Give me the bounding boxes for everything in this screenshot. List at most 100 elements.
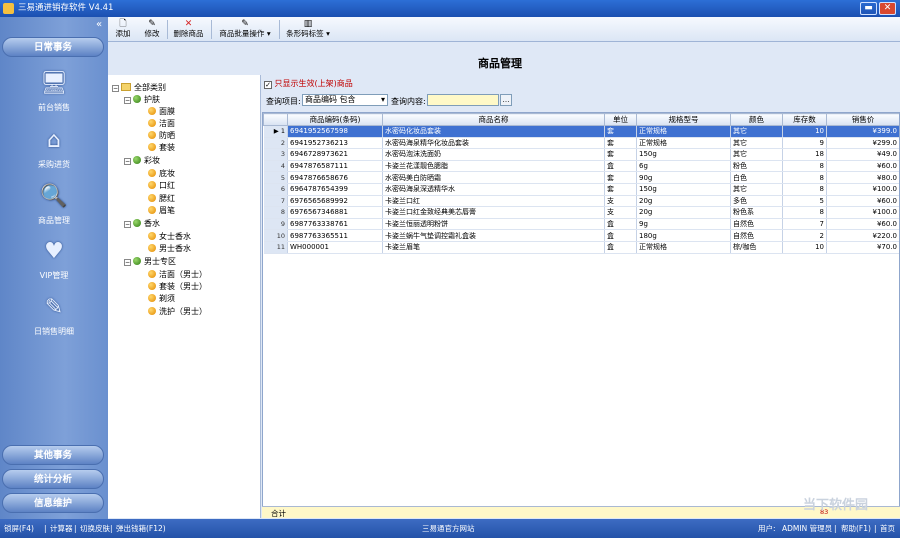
lock-screen-link[interactable]: 锁屏(F4) bbox=[4, 519, 34, 538]
table-cell[interactable]: ¥299.0 bbox=[826, 137, 899, 150]
table-cell[interactable]: 150g bbox=[636, 148, 731, 161]
nav-item-daily-sales-detail[interactable]: ✎ 日销售明细 bbox=[0, 294, 108, 346]
tree-node-leaf[interactable]: 眉笔 bbox=[148, 205, 175, 216]
column-header[interactable]: 颜色 bbox=[730, 113, 783, 126]
table-cell[interactable]: 正常规格 bbox=[636, 137, 731, 150]
table-cell[interactable]: 8 bbox=[782, 171, 827, 184]
row-number[interactable]: 5 bbox=[263, 171, 288, 184]
nav-section-other[interactable]: 其他事务 bbox=[2, 445, 104, 465]
table-cell[interactable]: 套 bbox=[604, 137, 637, 150]
table-cell[interactable]: 8 bbox=[782, 183, 827, 196]
tree-node-leaf[interactable]: 套装 bbox=[148, 142, 175, 153]
table-row[interactable]: 6 6964787654399 水密码海泉深透精华水套 150g 其它 8 ¥100.0 bbox=[263, 183, 899, 196]
table-cell[interactable]: 盒 bbox=[604, 160, 637, 173]
table-cell[interactable]: 卡姿兰恒丽透明粉饼 bbox=[382, 218, 605, 231]
table-cell[interactable]: 8 bbox=[782, 160, 827, 173]
table-cell[interactable]: 其它 bbox=[730, 148, 783, 161]
tree-node-leaf[interactable]: 洁面（男士） bbox=[148, 269, 207, 280]
column-header[interactable]: 规格型号 bbox=[636, 113, 731, 126]
tree-node-leaf[interactable]: 男士香水 bbox=[148, 243, 191, 254]
table-cell[interactable]: 自然色 bbox=[730, 229, 783, 242]
table-row[interactable]: ▶ 1 6941952567598 水密码化妆品套装套正常规格 其它 10 ¥399.0 bbox=[263, 125, 899, 138]
query-content-input[interactable] bbox=[427, 94, 499, 106]
tree-node-root[interactable]: − 全部类别 bbox=[112, 82, 166, 93]
table-cell[interactable]: ¥220.0 bbox=[826, 229, 899, 242]
table-cell[interactable]: ¥100.0 bbox=[826, 183, 899, 196]
table-cell[interactable]: 6964787654399 bbox=[287, 183, 383, 196]
table-cell[interactable]: 10 bbox=[782, 241, 827, 254]
help-link[interactable]: 帮助(F1) bbox=[841, 519, 871, 538]
tree-node-leaf[interactable]: 腮红 bbox=[148, 193, 175, 204]
table-cell[interactable]: 水密码美白防晒霜 bbox=[382, 171, 605, 184]
table-cell[interactable]: 10 bbox=[782, 125, 827, 138]
tree-node-group[interactable]: − 彩妆 bbox=[124, 155, 160, 166]
table-row[interactable]: 9 6987763338761 卡姿兰恒丽透明粉饼盒 9g 自然色 7 ¥60.0 bbox=[263, 218, 899, 231]
table-cell[interactable]: 棕/咖色 bbox=[730, 241, 783, 254]
table-cell[interactable]: ¥60.0 bbox=[826, 195, 899, 208]
row-number[interactable]: 6 bbox=[263, 183, 288, 196]
open-cash-drawer-link[interactable]: 弹出钱箱(F12) bbox=[116, 519, 166, 538]
table-cell[interactable]: 7 bbox=[782, 218, 827, 231]
column-header[interactable]: 单位 bbox=[604, 113, 637, 126]
table-cell[interactable]: ¥60.0 bbox=[826, 218, 899, 231]
table-row[interactable]: 2 6941952736213 水密码海泉精华化妆品套装套正常规格 其它 9 ¥299.0 bbox=[263, 137, 899, 150]
table-cell[interactable]: 水密码化妆品套装 bbox=[382, 125, 605, 138]
table-cell[interactable]: 6946728973621 bbox=[287, 148, 383, 161]
tree-node-leaf[interactable]: 女士香水 bbox=[148, 231, 191, 242]
nav-section-maintenance[interactable]: 信息维护 bbox=[2, 493, 104, 513]
table-cell[interactable]: WH000001 bbox=[287, 241, 383, 254]
delete-goods-button[interactable]: ✕ 删除商品 bbox=[170, 17, 207, 42]
collapse-sidebar-icon[interactable]: « bbox=[96, 20, 102, 30]
table-cell[interactable]: 自然色 bbox=[730, 218, 783, 231]
column-header[interactable]: 商品名称 bbox=[382, 113, 605, 126]
row-number[interactable]: 3 bbox=[263, 148, 288, 161]
table-cell[interactable]: 6987763365511 bbox=[287, 229, 383, 242]
table-row[interactable]: 4 6947876587111 卡姿兰花漾靓色腮脂盒 6g 粉色 8 ¥60.0 bbox=[263, 160, 899, 173]
table-row[interactable]: 11 WH000001 卡姿兰眉笔盒正常规格 棕/咖色 10 ¥70.0 bbox=[263, 241, 899, 254]
table-cell[interactable]: 6947876658676 bbox=[287, 171, 383, 184]
tree-node-leaf[interactable]: 面膜 bbox=[148, 106, 175, 117]
collapse-icon[interactable]: − bbox=[112, 85, 119, 92]
table-cell[interactable]: ¥70.0 bbox=[826, 241, 899, 254]
row-number[interactable]: 10 bbox=[263, 229, 288, 242]
table-cell[interactable]: 水密码海泉精华化妆品套装 bbox=[382, 137, 605, 150]
table-cell[interactable]: 卡姿兰口红 bbox=[382, 195, 605, 208]
row-number[interactable]: ▶ 1 bbox=[263, 125, 288, 138]
table-cell[interactable]: 其它 bbox=[730, 137, 783, 150]
table-cell[interactable]: 150g bbox=[636, 183, 731, 196]
table-cell[interactable]: 卡姿兰蜗牛气垫调控霜礼盒装 bbox=[382, 229, 605, 242]
table-cell[interactable]: 水密码海泉深透精华水 bbox=[382, 183, 605, 196]
row-number[interactable]: 7 bbox=[263, 195, 288, 208]
nav-item-frontdesk-sales[interactable]: 🖥 前台销售 bbox=[0, 70, 108, 122]
nav-section-statistics[interactable]: 统计分析 bbox=[2, 469, 104, 489]
home-link[interactable]: 首页 bbox=[880, 519, 895, 538]
table-cell[interactable]: 白色 bbox=[730, 171, 783, 184]
only-active-checkbox[interactable]: ✓ 只显示生效(上架)商品 bbox=[264, 78, 353, 89]
nav-section-daily[interactable]: 日常事务 bbox=[2, 37, 104, 57]
table-cell[interactable]: 正常规格 bbox=[636, 241, 731, 254]
table-cell[interactable]: 20g bbox=[636, 206, 731, 219]
table-cell[interactable]: 套 bbox=[604, 183, 637, 196]
table-cell[interactable]: 180g bbox=[636, 229, 731, 242]
table-cell[interactable]: ¥100.0 bbox=[826, 206, 899, 219]
tree-node-leaf[interactable]: 洗护（男士） bbox=[148, 306, 207, 317]
table-cell[interactable]: 20g bbox=[636, 195, 731, 208]
official-site-link[interactable]: 三易通官方网站 bbox=[422, 519, 475, 538]
table-cell[interactable]: 盒 bbox=[604, 218, 637, 231]
collapse-icon[interactable]: − bbox=[124, 221, 131, 228]
table-cell[interactable]: 8 bbox=[782, 206, 827, 219]
table-cell[interactable]: 6941952567598 bbox=[287, 125, 383, 138]
barcode-label-button[interactable]: ▥ 条形码标签 ▾ bbox=[282, 17, 334, 42]
collapse-icon[interactable]: − bbox=[124, 259, 131, 266]
table-cell[interactable]: 支 bbox=[604, 195, 637, 208]
table-cell[interactable]: 粉色系 bbox=[730, 206, 783, 219]
tree-node-group[interactable]: − 男士专区 bbox=[124, 256, 176, 267]
row-number[interactable]: 9 bbox=[263, 218, 288, 231]
table-cell[interactable]: 6941952736213 bbox=[287, 137, 383, 150]
table-cell[interactable]: 盒 bbox=[604, 241, 637, 254]
table-row[interactable]: 5 6947876658676 水密码美白防晒霜套 90g 白色 8 ¥80.0 bbox=[263, 171, 899, 184]
table-cell[interactable]: 6987763338761 bbox=[287, 218, 383, 231]
table-cell[interactable]: 90g bbox=[636, 171, 731, 184]
row-number[interactable]: 8 bbox=[263, 206, 288, 219]
table-cell[interactable]: 支 bbox=[604, 206, 637, 219]
